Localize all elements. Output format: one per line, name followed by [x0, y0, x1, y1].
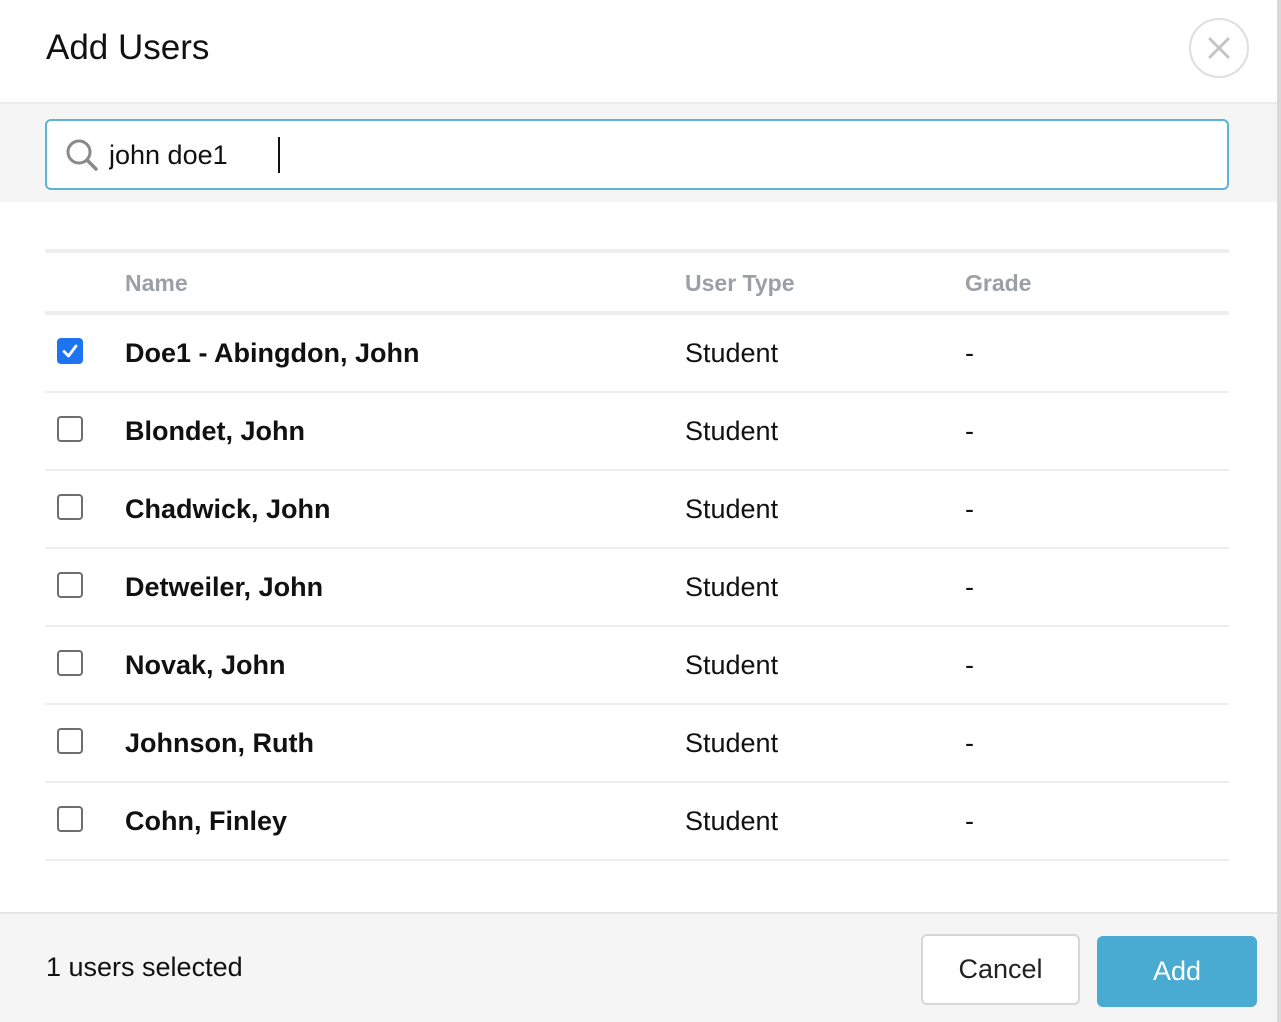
dialog-header: Add Users	[0, 0, 1277, 104]
user-type: Student	[685, 728, 779, 758]
table-row[interactable]: Novak, John Student -	[45, 627, 1229, 705]
table-row[interactable]: Doe1 - Abingdon, John Student -	[45, 315, 1229, 393]
text-caret	[278, 137, 280, 173]
user-type: Student	[685, 806, 779, 836]
user-name: Blondet, John	[125, 416, 305, 446]
column-header-name[interactable]: Name	[125, 270, 188, 297]
add-users-dialog: Add Users Name User Type Grade	[0, 0, 1281, 1022]
search-input[interactable]	[109, 131, 1209, 179]
table-row[interactable]: Chadwick, John Student -	[45, 471, 1229, 549]
table-row[interactable]: Johnson, Ruth Student -	[45, 705, 1229, 783]
user-name: Novak, John	[125, 650, 286, 680]
user-type: Student	[685, 650, 779, 680]
user-type: Student	[685, 494, 779, 524]
search-icon	[66, 139, 98, 171]
user-type: Student	[685, 572, 779, 602]
checkmark-icon	[62, 344, 78, 358]
close-icon	[1208, 37, 1230, 59]
user-name: Cohn, Finley	[125, 806, 287, 836]
search-area	[0, 104, 1277, 202]
user-grade: -	[965, 494, 974, 524]
row-checkbox[interactable]	[57, 806, 83, 832]
user-grade: -	[965, 572, 974, 602]
user-name: Johnson, Ruth	[125, 728, 314, 758]
user-grade: -	[965, 650, 974, 680]
selected-count-text: 1 users selected	[46, 952, 243, 982]
table-row[interactable]: Detweiler, John Student -	[45, 549, 1229, 627]
close-button[interactable]	[1189, 18, 1249, 78]
dialog-footer: 1 users selected Cancel Add	[0, 912, 1277, 1022]
table-row[interactable]: Cohn, Finley Student -	[45, 783, 1229, 861]
user-grade: -	[965, 338, 974, 368]
user-grade: -	[965, 416, 974, 446]
user-type: Student	[685, 338, 779, 368]
user-grade: -	[965, 806, 974, 836]
cancel-button[interactable]: Cancel	[921, 934, 1080, 1005]
user-type: Student	[685, 416, 779, 446]
row-checkbox[interactable]	[57, 572, 83, 598]
row-checkbox[interactable]	[57, 416, 83, 442]
column-header-user-type[interactable]: User Type	[685, 270, 795, 297]
user-name: Chadwick, John	[125, 494, 331, 524]
user-grade: -	[965, 728, 974, 758]
row-checkbox[interactable]	[57, 728, 83, 754]
dialog-title: Add Users	[46, 28, 210, 67]
row-checkbox[interactable]	[57, 338, 83, 364]
search-box[interactable]	[45, 119, 1229, 190]
users-table: Name User Type Grade Doe1 - Abingdon, Jo…	[45, 249, 1229, 861]
user-name: Detweiler, John	[125, 572, 324, 602]
add-button[interactable]: Add	[1097, 936, 1257, 1007]
table-row[interactable]: Blondet, John Student -	[45, 393, 1229, 471]
row-checkbox[interactable]	[57, 494, 83, 520]
column-header-grade[interactable]: Grade	[965, 270, 1031, 297]
table-header: Name User Type Grade	[45, 249, 1229, 315]
user-name: Doe1 - Abingdon, John	[125, 338, 420, 368]
row-checkbox[interactable]	[57, 650, 83, 676]
